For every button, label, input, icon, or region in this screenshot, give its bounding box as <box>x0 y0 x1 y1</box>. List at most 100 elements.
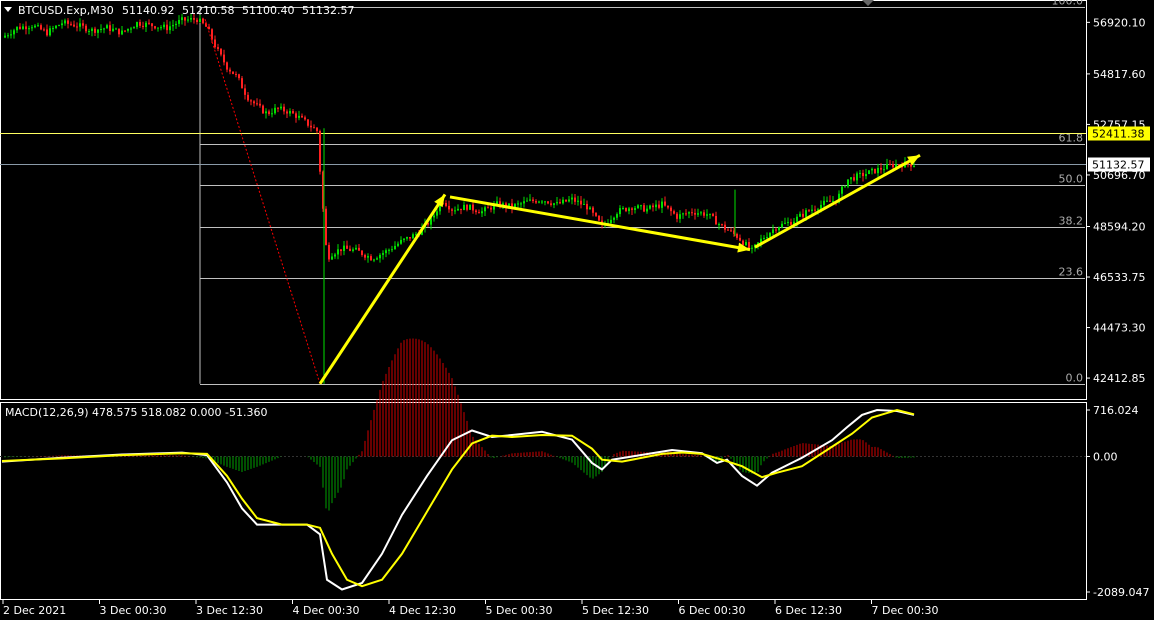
candle-body <box>466 204 468 210</box>
candle-body <box>487 207 489 209</box>
candle-body <box>106 25 108 29</box>
chart-svg[interactable]: 100.061.850.038.223.60.0 716.0240.00-208… <box>0 0 1154 620</box>
candle-body <box>79 23 81 27</box>
fib-level-label: 100.0 <box>1052 0 1084 8</box>
candle-body <box>109 25 111 31</box>
candle-body <box>799 213 801 217</box>
candle-body <box>313 127 315 129</box>
candle-body <box>616 214 618 218</box>
candle-body <box>826 200 828 202</box>
close-value: 51132.57 <box>302 4 355 17</box>
candle-body <box>451 209 453 211</box>
main-pane-border <box>0 0 1087 400</box>
candle-body <box>127 28 129 31</box>
candle-body <box>346 245 348 249</box>
candle-body <box>103 28 105 30</box>
candle-body <box>406 236 408 239</box>
candle-body <box>358 247 360 251</box>
candle-body <box>571 197 573 200</box>
candle-body <box>580 200 582 205</box>
candle-body <box>721 224 723 226</box>
candle-body <box>547 201 549 204</box>
candle-body <box>742 240 744 246</box>
candle-body <box>706 214 708 216</box>
candle-body <box>871 168 873 171</box>
candle-body <box>304 117 306 120</box>
price-tick-label: 56920.10 <box>1093 16 1146 29</box>
candle-body <box>712 213 714 216</box>
candle-body <box>829 200 831 202</box>
candle-body <box>82 23 84 26</box>
candle-body <box>181 17 183 21</box>
candle-body <box>43 29 45 31</box>
candle-body <box>307 119 309 126</box>
candle-body <box>211 29 213 40</box>
candle-body <box>679 214 681 219</box>
candle-body <box>694 212 696 215</box>
candle-body <box>472 204 474 211</box>
candle-body <box>667 205 669 208</box>
candle-body <box>94 28 96 33</box>
candle-body <box>217 47 219 49</box>
time-tick-label: 4 Dec 00:30 <box>293 604 360 617</box>
fib-level-label: 23.6 <box>1059 266 1084 279</box>
candle-body <box>49 28 51 36</box>
macd-tick-label: 716.024 <box>1093 404 1139 417</box>
candle-body <box>517 203 519 205</box>
candle-body <box>244 88 246 95</box>
candle-body <box>850 177 852 180</box>
macd-title: MACD(12,26,9) 478.575 518.082 0.000 -51.… <box>5 406 267 419</box>
candle-body <box>394 245 396 250</box>
candle-body <box>529 199 531 201</box>
candle-body <box>7 35 9 37</box>
candle-body <box>652 205 654 208</box>
candle-body <box>814 209 816 211</box>
fib-level-label: 0.0 <box>1066 372 1084 385</box>
candle-body <box>697 213 699 215</box>
candle-body <box>319 130 321 172</box>
candle-body <box>97 29 99 33</box>
candle-body <box>796 216 798 222</box>
candle-body <box>745 242 747 246</box>
candle-body <box>880 167 882 170</box>
candle-body <box>883 169 885 171</box>
time-tick-label: 5 Dec 12:30 <box>582 604 649 617</box>
fib-level-label: 50.0 <box>1059 173 1084 186</box>
candle-body <box>247 94 249 101</box>
candle-body <box>115 28 117 30</box>
candle-body <box>550 203 552 205</box>
candle-body <box>241 78 243 89</box>
candle-body <box>142 25 144 27</box>
candle-body <box>856 173 858 181</box>
candle-body <box>271 113 273 115</box>
candle-body <box>844 186 846 188</box>
candle-body <box>223 54 225 63</box>
time-tick-label: 3 Dec 12:30 <box>196 604 263 617</box>
candle-body <box>85 25 87 32</box>
scroll-marker-icon[interactable] <box>862 0 874 6</box>
candle-body <box>619 208 621 215</box>
high-value: 51210.58 <box>182 4 235 17</box>
candle-body <box>298 115 300 118</box>
time-tick-label: 2 Dec 2021 <box>3 604 66 617</box>
candle-body <box>340 249 342 252</box>
time-tick-label: 4 Dec 12:30 <box>389 604 456 617</box>
candle-body <box>280 106 282 109</box>
candle-body <box>613 217 615 220</box>
candle-body <box>334 254 336 257</box>
candle-body <box>751 247 753 249</box>
candle-body <box>61 23 63 26</box>
candle-body <box>643 205 645 212</box>
triangle-down-icon[interactable] <box>4 7 12 12</box>
candle-body <box>379 254 381 259</box>
candle-body <box>370 256 372 261</box>
candle-body <box>40 25 42 30</box>
candle-body <box>436 211 438 216</box>
candle-body <box>682 213 684 215</box>
candle-body <box>187 19 189 21</box>
candle-body <box>625 208 627 212</box>
candle-body <box>202 18 204 24</box>
candle-body <box>112 28 114 31</box>
candle-body <box>199 18 201 23</box>
candle-body <box>778 227 780 231</box>
